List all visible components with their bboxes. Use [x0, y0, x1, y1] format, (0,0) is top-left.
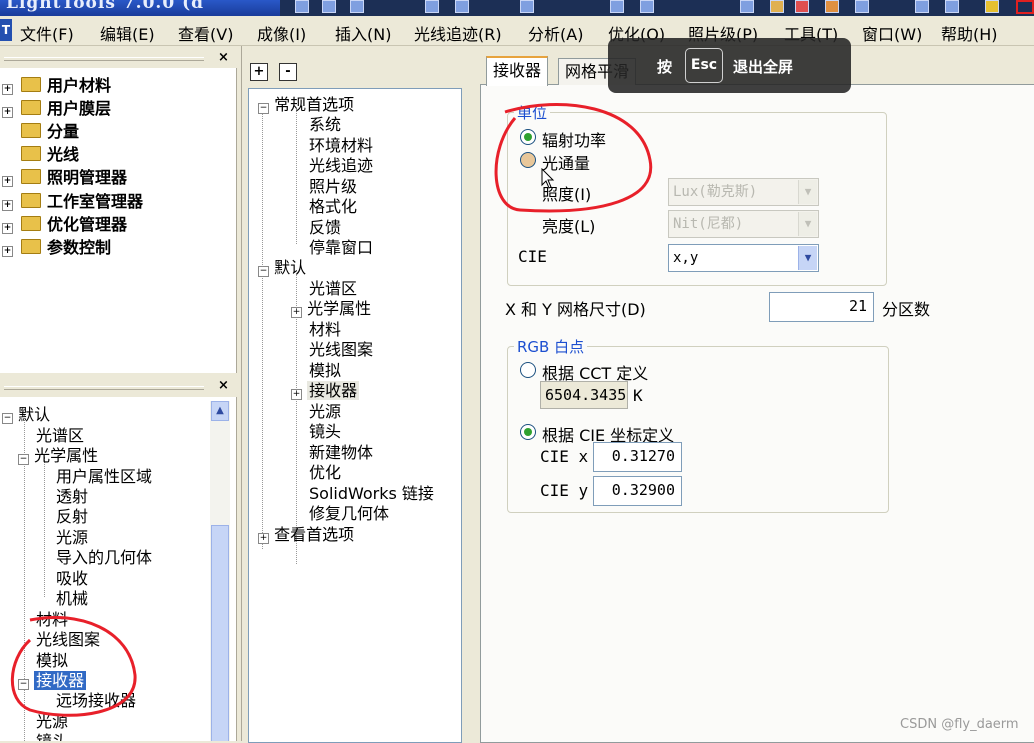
annotation-circle-receiver — [10, 615, 137, 717]
hint-press: 按 — [657, 58, 673, 76]
fullscreen-hint: 按 Esc 退出全屏 — [608, 38, 851, 93]
esc-key[interactable]: Esc — [685, 48, 723, 83]
red-annotation-layer — [10, 102, 653, 717]
watermark: CSDN @fly_daerm — [900, 717, 1019, 732]
annotation-circle-units — [494, 102, 653, 213]
hint-exit: 退出全屏 — [733, 58, 794, 76]
